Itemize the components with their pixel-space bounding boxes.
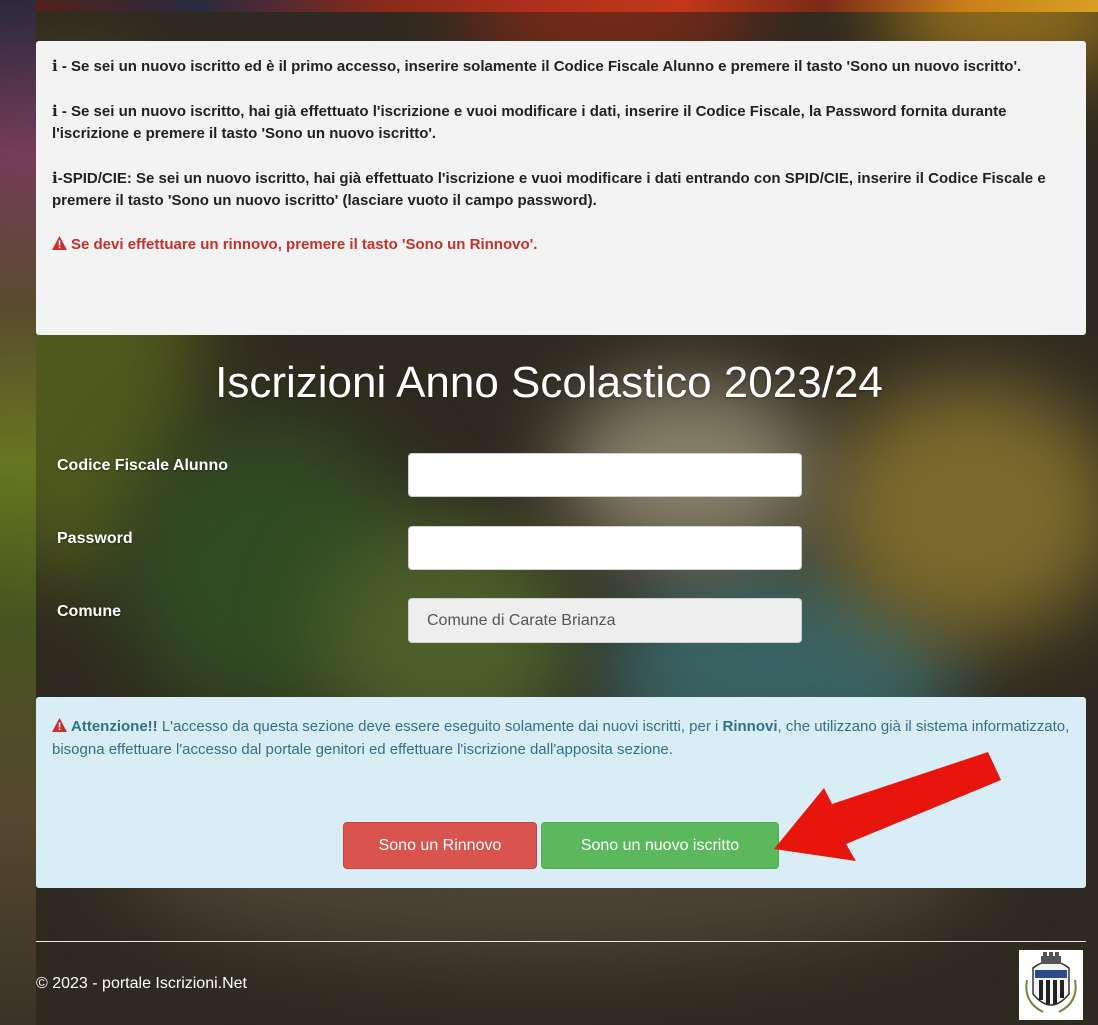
page-title: Iscrizioni Anno Scolastico 2023/24 (215, 358, 883, 407)
instruction-first-access: i - Se sei un nuovo iscritto ed è il pri… (52, 55, 1070, 78)
sono-un-nuovo-iscritto-button[interactable]: Sono un nuovo iscritto (541, 822, 779, 869)
comune-label: Comune (57, 603, 121, 620)
attention-text-part1: L'accesso da questa sezione deve essere … (157, 718, 723, 735)
instruction-first-access-text: - Se sei un nuovo iscritto ed è il primo… (57, 58, 1022, 75)
password-label: Password (57, 530, 133, 547)
footer-divider (36, 941, 1086, 942)
instructions-panel: i - Se sei un nuovo iscritto ed è il pri… (36, 41, 1086, 335)
instruction-modify-data: i - Se sei un nuovo iscritto, hai già ef… (52, 100, 1070, 145)
renewal-warning: Se devi effettuare un rinnovo, premere i… (52, 234, 1070, 256)
warning-triangle-icon (52, 718, 67, 732)
attention-rinnovi-word: Rinnovi (722, 718, 778, 735)
background-left-edge (0, 0, 36, 1025)
comune-field (408, 598, 802, 643)
instruction-spid-cie-text: -SPID/CIE: Se sei un nuovo iscritto, hai… (52, 170, 1046, 209)
password-input[interactable] (408, 526, 802, 570)
municipal-crest-logo (1019, 950, 1083, 1020)
attention-heading: Attenzione!! (71, 718, 158, 735)
renewal-warning-text: Se devi effettuare un rinnovo, premere i… (71, 236, 538, 253)
warning-triangle-icon (52, 236, 67, 250)
background-top-strip (0, 0, 1098, 12)
codice-fiscale-input[interactable] (408, 453, 802, 497)
instruction-spid-cie: i-SPID/CIE: Se sei un nuovo iscritto, ha… (52, 167, 1070, 212)
codice-fiscale-label: Codice Fiscale Alunno (57, 457, 228, 474)
instruction-modify-data-text: - Se sei un nuovo iscritto, hai già effe… (52, 103, 1007, 142)
red-arrow-annotation (774, 752, 1001, 861)
footer-copyright: © 2023 - portale Iscrizioni.Net (36, 975, 247, 992)
sono-un-rinnovo-button[interactable]: Sono un Rinnovo (343, 822, 537, 869)
